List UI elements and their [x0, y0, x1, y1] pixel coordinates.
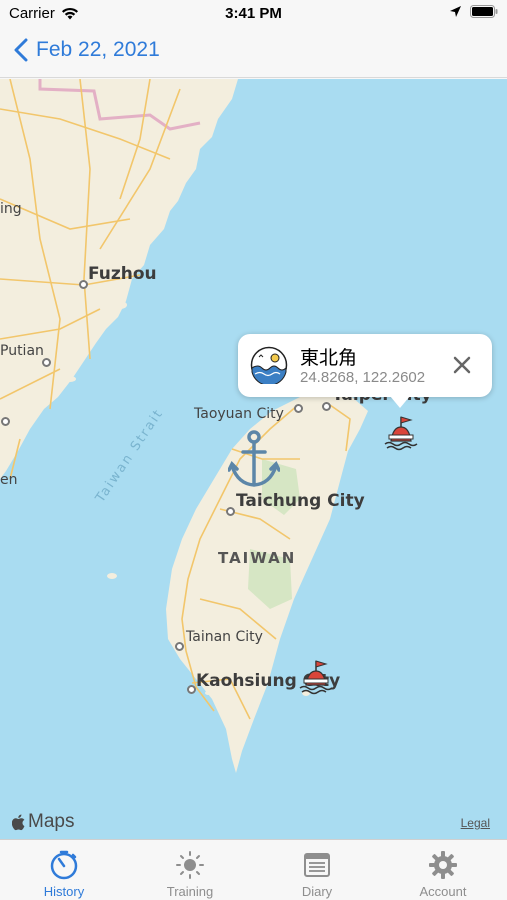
- callout-title: 東北角: [300, 347, 358, 369]
- map-label-tainan: Tainan City: [186, 629, 263, 645]
- map-label-fuzhou: Fuzhou: [88, 264, 157, 284]
- clock: 3:41 PM: [225, 5, 282, 22]
- city-dot-taipei: [322, 402, 331, 411]
- buoy-icon[interactable]: [383, 415, 421, 451]
- city-dot-west: [1, 417, 10, 426]
- buoy-icon[interactable]: [298, 659, 336, 695]
- city-dot-taoyuan: [294, 404, 303, 413]
- map-label-taiwan: TAIWAN: [218, 549, 297, 567]
- gear-icon: [429, 851, 457, 879]
- map-label-taichung: Taichung City: [236, 491, 365, 511]
- status-bar: Carrier 3:41 PM: [0, 0, 507, 28]
- map-label-taoyuan: Taoyuan City: [194, 406, 284, 422]
- callout-tail: [390, 396, 410, 408]
- close-icon[interactable]: [450, 353, 474, 377]
- tab-history[interactable]: History: [1, 840, 127, 900]
- tab-diary[interactable]: Diary: [254, 840, 380, 900]
- sun-icon: [176, 851, 204, 879]
- city-dot-putian: [42, 358, 51, 367]
- map-label-putian: Putian: [0, 343, 44, 359]
- location-callout[interactable]: 東北角 24.8268, 122.2602: [238, 334, 492, 408]
- city-dot-taichung: [226, 507, 235, 516]
- navigation-bar: Feb 22, 2021: [0, 28, 507, 78]
- back-button[interactable]: Feb 22, 2021: [14, 38, 160, 62]
- tab-account-label: Account: [419, 884, 467, 899]
- city-dot-kaohsiung: [187, 685, 196, 694]
- maps-attribution: Maps: [12, 811, 74, 833]
- sea-wave-icon: [250, 346, 288, 384]
- callout-coordinates: 24.8268, 122.2602: [300, 369, 426, 386]
- location-arrow-icon: [450, 6, 461, 17]
- tab-training-label: Training: [166, 884, 214, 899]
- apple-logo-icon: [12, 814, 25, 830]
- status-icons: [449, 5, 498, 18]
- back-label: Feb 22, 2021: [36, 38, 160, 61]
- anchor-icon[interactable]: [228, 430, 280, 490]
- map-label-en: en: [0, 472, 18, 488]
- tab-diary-label: Diary: [301, 884, 333, 899]
- tab-history-label: History: [43, 884, 85, 899]
- tab-account[interactable]: Account: [380, 840, 506, 900]
- stopwatch-icon: [50, 850, 78, 880]
- city-dot-fuzhou: [79, 280, 88, 289]
- notebook-icon: [304, 853, 330, 877]
- tab-bar: History Training Diary Account: [0, 839, 507, 900]
- chevron-left-icon: [14, 38, 28, 62]
- tab-training[interactable]: Training: [127, 840, 253, 900]
- map-label-ing: ing: [0, 201, 22, 217]
- legal-link[interactable]: Legal: [461, 816, 490, 830]
- battery-icon: [470, 5, 498, 18]
- city-dot-tainan: [175, 642, 184, 651]
- maps-label: Maps: [28, 811, 75, 832]
- map-view[interactable]: ing Fuzhou Putian en Taiwan Strait Taoyu…: [0, 79, 507, 839]
